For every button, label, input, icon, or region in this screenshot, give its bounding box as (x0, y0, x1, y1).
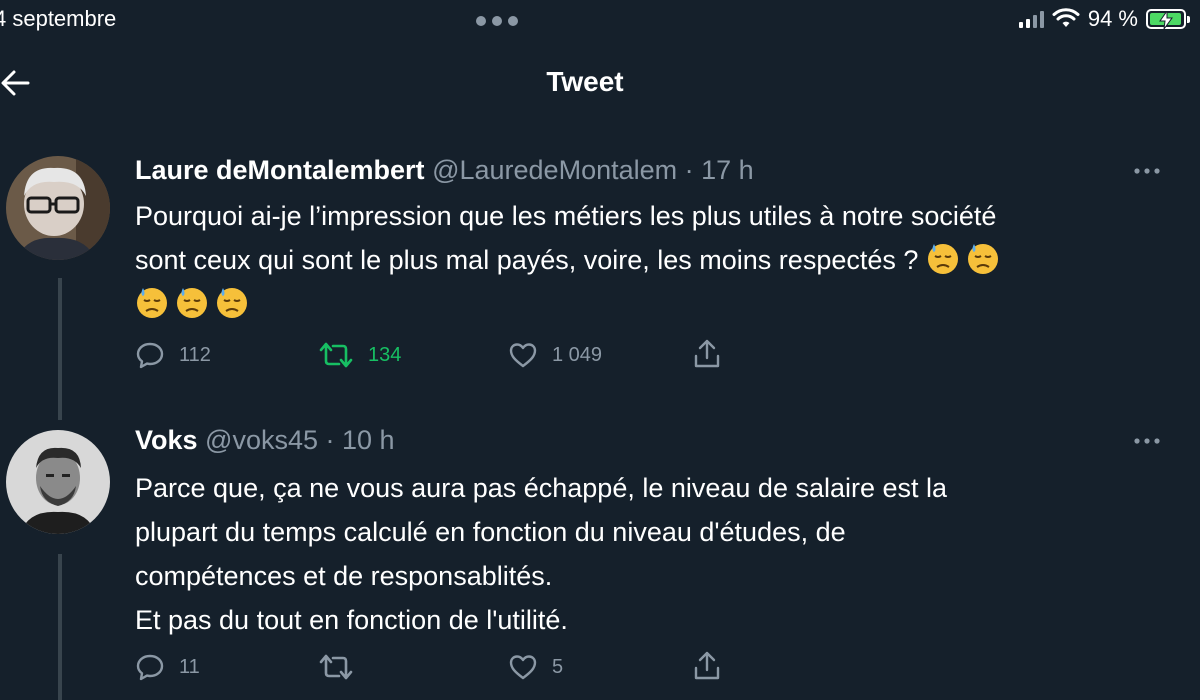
like-button[interactable]: 1 049 (508, 340, 602, 370)
share-icon[interactable] (692, 338, 722, 370)
avatar-photo (6, 156, 110, 260)
separator-dot: · (318, 425, 343, 455)
retweet-button[interactable] (318, 652, 368, 682)
retweet-button[interactable]: 134 (318, 340, 401, 370)
heart-icon (509, 655, 537, 680)
cellular-signal-icon (1018, 10, 1044, 28)
more-options-icon[interactable] (1132, 436, 1162, 446)
thread-line (58, 554, 62, 700)
downcast-face-with-sweat-emoji (967, 244, 998, 274)
like-count: 5 (552, 655, 564, 678)
author-name[interactable]: Voks (135, 425, 198, 455)
avatar[interactable] (6, 156, 110, 260)
battery-percent: 94 % (1087, 6, 1138, 31)
tweet-text-line: Pourquoi ai-je l’impression que les méti… (135, 201, 997, 231)
tweet-text-line: plupart du temps calculé en fonction du … (135, 517, 846, 547)
tweet-text: Parce que, ça ne vous aura pas échappé, … (135, 466, 1145, 642)
tweet-text-line: Et pas du tout en fonction de l'utilité. (135, 605, 568, 635)
more-options-icon[interactable] (1132, 166, 1162, 176)
reply-count: 11 (179, 655, 200, 678)
tweet-text-line: sont ceux qui sont le plus mal payés, vo… (135, 238, 1145, 282)
downcast-face-with-sweat-emoji (217, 288, 247, 318)
tweet-header: Voks @voks45 · 10 h (135, 425, 395, 456)
reply-icon (136, 342, 164, 369)
separator-dot: · (677, 155, 702, 185)
author-name[interactable]: Laure deMontalembert (135, 155, 425, 185)
tweet-time[interactable]: 10 h (342, 425, 395, 455)
page-title: Tweet (546, 66, 624, 97)
reply-button[interactable]: 11 (135, 652, 200, 682)
tweet-header: Laure deMontalembert @LauredeMontalem · … (135, 155, 754, 186)
wifi-icon (1052, 8, 1080, 27)
share-icon[interactable] (692, 650, 722, 682)
reply-count: 112 (179, 343, 211, 366)
tweet-text-line: Parce que, ça ne vous aura pas échappé, … (135, 473, 948, 503)
tweet-text: Pourquoi ai-je l’impression que les méti… (135, 194, 1145, 326)
like-count: 1 049 (552, 343, 603, 366)
battery-charging-icon (1146, 9, 1190, 29)
tweet-text-line: compétences et de responsablités. (135, 561, 553, 591)
emoji-row (135, 282, 1145, 326)
retweet-icon (319, 342, 353, 368)
tweet-text-fragment: sont ceux qui sont le plus mal payés, vo… (135, 245, 919, 275)
reply-icon (136, 654, 164, 681)
thread-line (58, 278, 62, 420)
downcast-face-with-sweat-emoji (137, 288, 167, 318)
multitasking-dots-icon[interactable] (476, 16, 518, 26)
retweet-count: 134 (368, 343, 402, 366)
status-indicators: 94 % (1018, 6, 1190, 32)
tweet-time[interactable]: 17 h (701, 155, 754, 185)
status-date: 4 septembre (0, 6, 117, 31)
retweet-icon (319, 654, 353, 680)
reply-button[interactable]: 112 (135, 340, 211, 370)
avatar[interactable] (6, 430, 110, 534)
avatar-photo (6, 430, 110, 534)
author-handle[interactable]: @LauredeMontalem (432, 155, 677, 185)
author-handle[interactable]: @voks45 (205, 425, 318, 455)
downcast-face-with-sweat-emoji (927, 244, 958, 274)
like-button[interactable]: 5 (508, 652, 563, 682)
downcast-face-with-sweat-emoji (177, 288, 207, 318)
heart-icon (509, 343, 537, 368)
